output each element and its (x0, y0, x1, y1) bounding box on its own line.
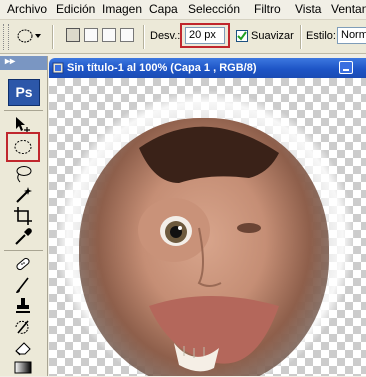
lasso-icon[interactable] (13, 164, 33, 184)
clone-stamp-icon[interactable] (13, 296, 33, 316)
smooth-label: Suavizar (251, 30, 294, 42)
menu-edicion[interactable]: Edición (56, 2, 95, 16)
add-selection-button[interactable] (84, 28, 98, 42)
style-label: Estilo: (306, 30, 336, 42)
toolbox-header[interactable]: ▸▸ (0, 56, 47, 70)
subtract-selection-button[interactable] (102, 28, 116, 42)
ps-logo[interactable]: Ps (8, 79, 40, 106)
menu-archivo[interactable]: Archivo (7, 2, 47, 16)
new-selection-button[interactable] (66, 28, 80, 42)
toolbox-divider (4, 110, 43, 111)
document-title: Sin título-1 al 100% (Capa 1 , RGB/8) (67, 62, 257, 74)
menu-imagen[interactable]: Imagen (102, 2, 142, 16)
history-brush-icon[interactable] (13, 317, 33, 337)
face-features (138, 126, 279, 372)
healing-brush-icon[interactable] (13, 254, 33, 274)
menu-seleccion[interactable]: Selección (188, 2, 240, 16)
toolbox: ▸▸ Ps (0, 56, 48, 376)
magic-wand-icon[interactable] (13, 185, 33, 205)
options-bar: Desv.: 20 px Suavizar Estilo: Norm (0, 20, 366, 54)
eraser-icon[interactable] (13, 338, 33, 358)
crop-icon[interactable] (13, 206, 33, 226)
elliptical-marquee-preset-icon[interactable] (16, 28, 42, 44)
minimize-button[interactable] (339, 61, 353, 74)
menu-capa[interactable]: Capa (149, 2, 178, 16)
options-separator (143, 25, 145, 49)
feather-label: Desv.: (150, 30, 181, 42)
eyedropper-icon[interactable] (13, 227, 33, 247)
menu-bar: Archivo Edición Imagen Capa Selección Fi… (0, 0, 366, 20)
document-window: Sin título-1 al 100% (Capa 1 , RGB/8) (49, 58, 366, 376)
options-grip[interactable] (3, 24, 9, 50)
minimize-icon (343, 69, 349, 71)
feather-input[interactable]: 20 px (185, 27, 225, 44)
options-separator (300, 25, 302, 49)
menu-ventana[interactable]: Ventana (331, 2, 366, 16)
image-canvas[interactable] (49, 78, 366, 376)
brush-icon[interactable] (13, 275, 33, 295)
toolbox-divider (4, 250, 43, 251)
menu-filtro[interactable]: Filtro (254, 2, 281, 16)
style-select[interactable]: Norm (337, 27, 366, 44)
checkmark-icon (237, 31, 247, 41)
document-titlebar[interactable]: Sin título-1 al 100% (Capa 1 , RGB/8) (49, 58, 366, 78)
gradient-icon[interactable] (13, 357, 33, 377)
intersect-selection-button[interactable] (120, 28, 134, 42)
options-separator (52, 25, 54, 49)
elliptical-marquee-icon[interactable] (13, 137, 33, 157)
document-icon (52, 62, 64, 74)
menu-vista[interactable]: Vista (295, 2, 321, 16)
collapse-icon[interactable]: ▸▸ (5, 56, 15, 67)
smooth-checkbox[interactable] (236, 30, 248, 42)
